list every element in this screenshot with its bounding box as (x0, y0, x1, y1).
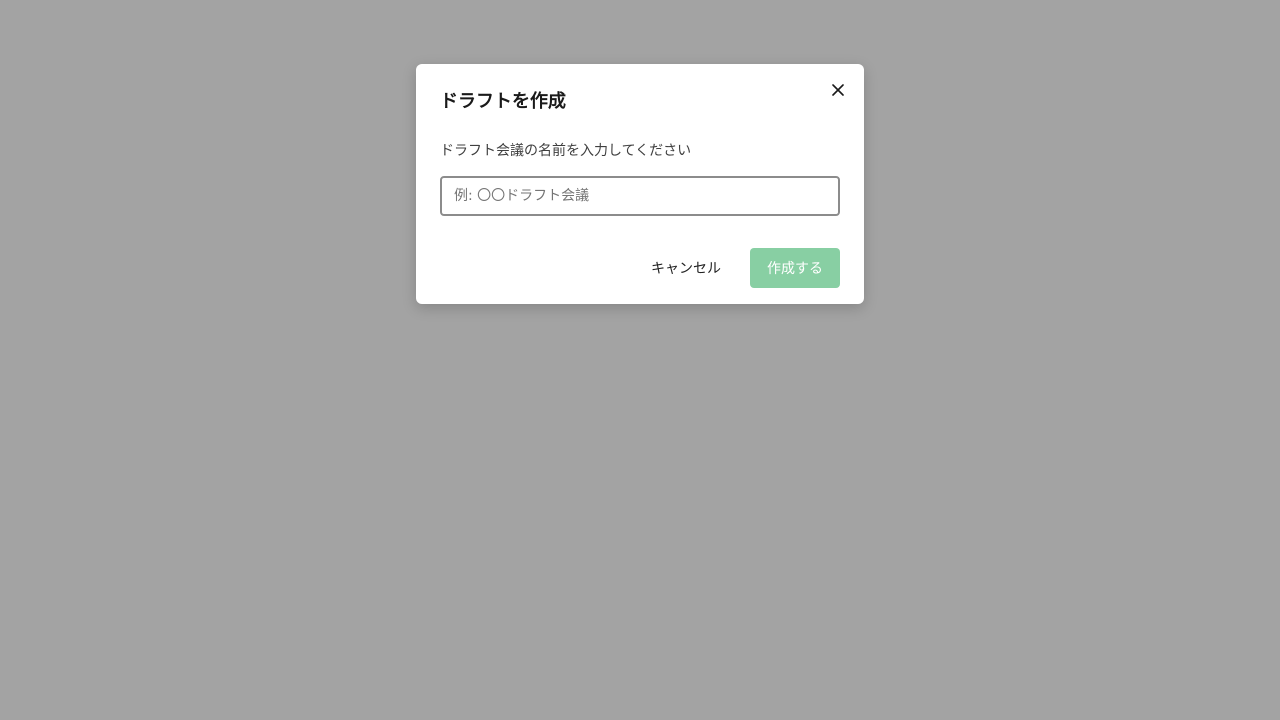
create-button[interactable]: 作成する (750, 248, 840, 288)
close-button[interactable] (828, 80, 848, 100)
draft-name-input[interactable] (440, 176, 840, 216)
cancel-button[interactable]: キャンセル (638, 248, 734, 288)
close-icon (832, 84, 844, 96)
dialog-prompt: ドラフト会議の名前を入力してください (440, 143, 692, 159)
create-draft-dialog: ドラフトを作成 ドラフト会議の名前を入力してください キャンセル 作成する (416, 64, 864, 304)
dialog-title: ドラフトを作成 (440, 91, 566, 112)
